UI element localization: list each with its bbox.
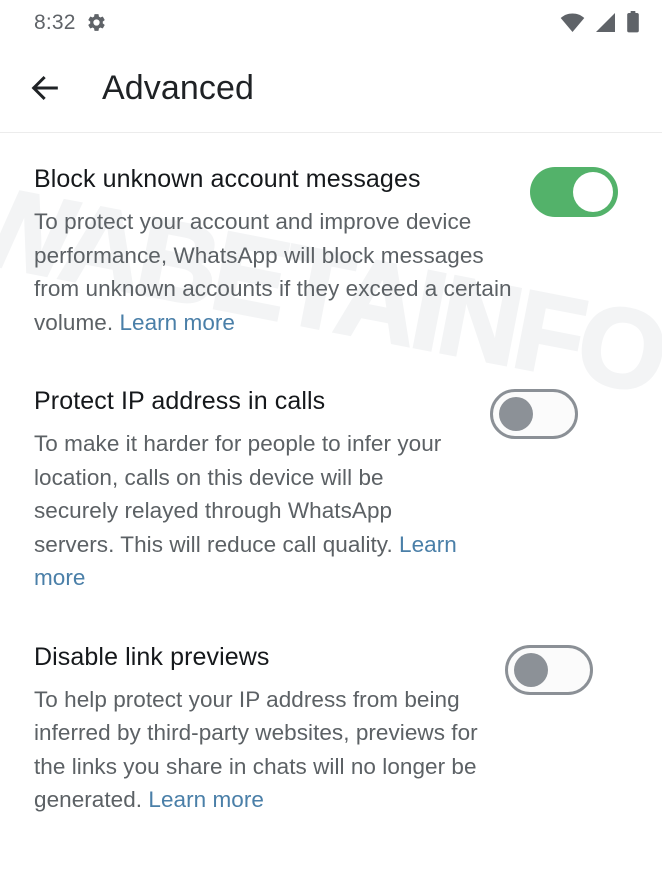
toggle-block-unknown-account-messages[interactable] bbox=[530, 167, 618, 217]
header-divider bbox=[0, 132, 662, 133]
setting-title: Block unknown account messages bbox=[34, 165, 421, 193]
setting-description-text: To protect your account and improve devi… bbox=[34, 209, 512, 335]
toggle-knob bbox=[573, 172, 613, 212]
signal-icon bbox=[594, 12, 617, 32]
page-title: Advanced bbox=[102, 69, 255, 107]
setting-row-disable-link-previews[interactable]: Disable link previews To help protect yo… bbox=[0, 643, 662, 817]
toggle-disable-link-previews[interactable] bbox=[505, 644, 593, 695]
learn-more-link[interactable]: Learn more bbox=[119, 310, 235, 335]
wifi-icon bbox=[560, 12, 585, 32]
toggle-protect-ip-address-in-calls[interactable] bbox=[490, 389, 578, 440]
status-bar: 8:32 bbox=[0, 0, 662, 44]
settings-list: Block unknown account messages To protec… bbox=[0, 133, 662, 817]
app-bar: Advanced bbox=[0, 44, 662, 132]
setting-row-protect-ip-address-in-calls[interactable]: Protect IP address in calls To make it h… bbox=[0, 387, 662, 595]
setting-description: To make it harder for people to infer yo… bbox=[34, 427, 474, 595]
setting-description-text: To make it harder for people to infer yo… bbox=[34, 431, 442, 557]
back-button[interactable] bbox=[18, 61, 72, 115]
setting-row-block-unknown-account-messages[interactable]: Block unknown account messages To protec… bbox=[0, 165, 662, 339]
status-time: 8:32 bbox=[34, 10, 76, 34]
status-bar-right bbox=[560, 11, 640, 33]
setting-texts: Protect IP address in calls To make it h… bbox=[34, 387, 490, 595]
setting-title: Protect IP address in calls bbox=[34, 387, 326, 416]
battery-icon bbox=[626, 11, 640, 33]
setting-description: To protect your account and improve devi… bbox=[34, 205, 514, 339]
gear-icon bbox=[86, 12, 107, 33]
toggle-knob bbox=[514, 652, 548, 687]
back-arrow-icon bbox=[28, 71, 62, 105]
setting-texts: Disable link previews To help protect yo… bbox=[34, 643, 505, 817]
toggle-knob bbox=[499, 397, 533, 432]
setting-texts: Block unknown account messages To protec… bbox=[34, 165, 530, 339]
status-bar-left: 8:32 bbox=[34, 12, 107, 33]
setting-title: Disable link previews bbox=[34, 642, 270, 671]
learn-more-link[interactable]: Learn more bbox=[148, 787, 264, 812]
setting-description: To help protect your IP address from bei… bbox=[34, 683, 489, 817]
